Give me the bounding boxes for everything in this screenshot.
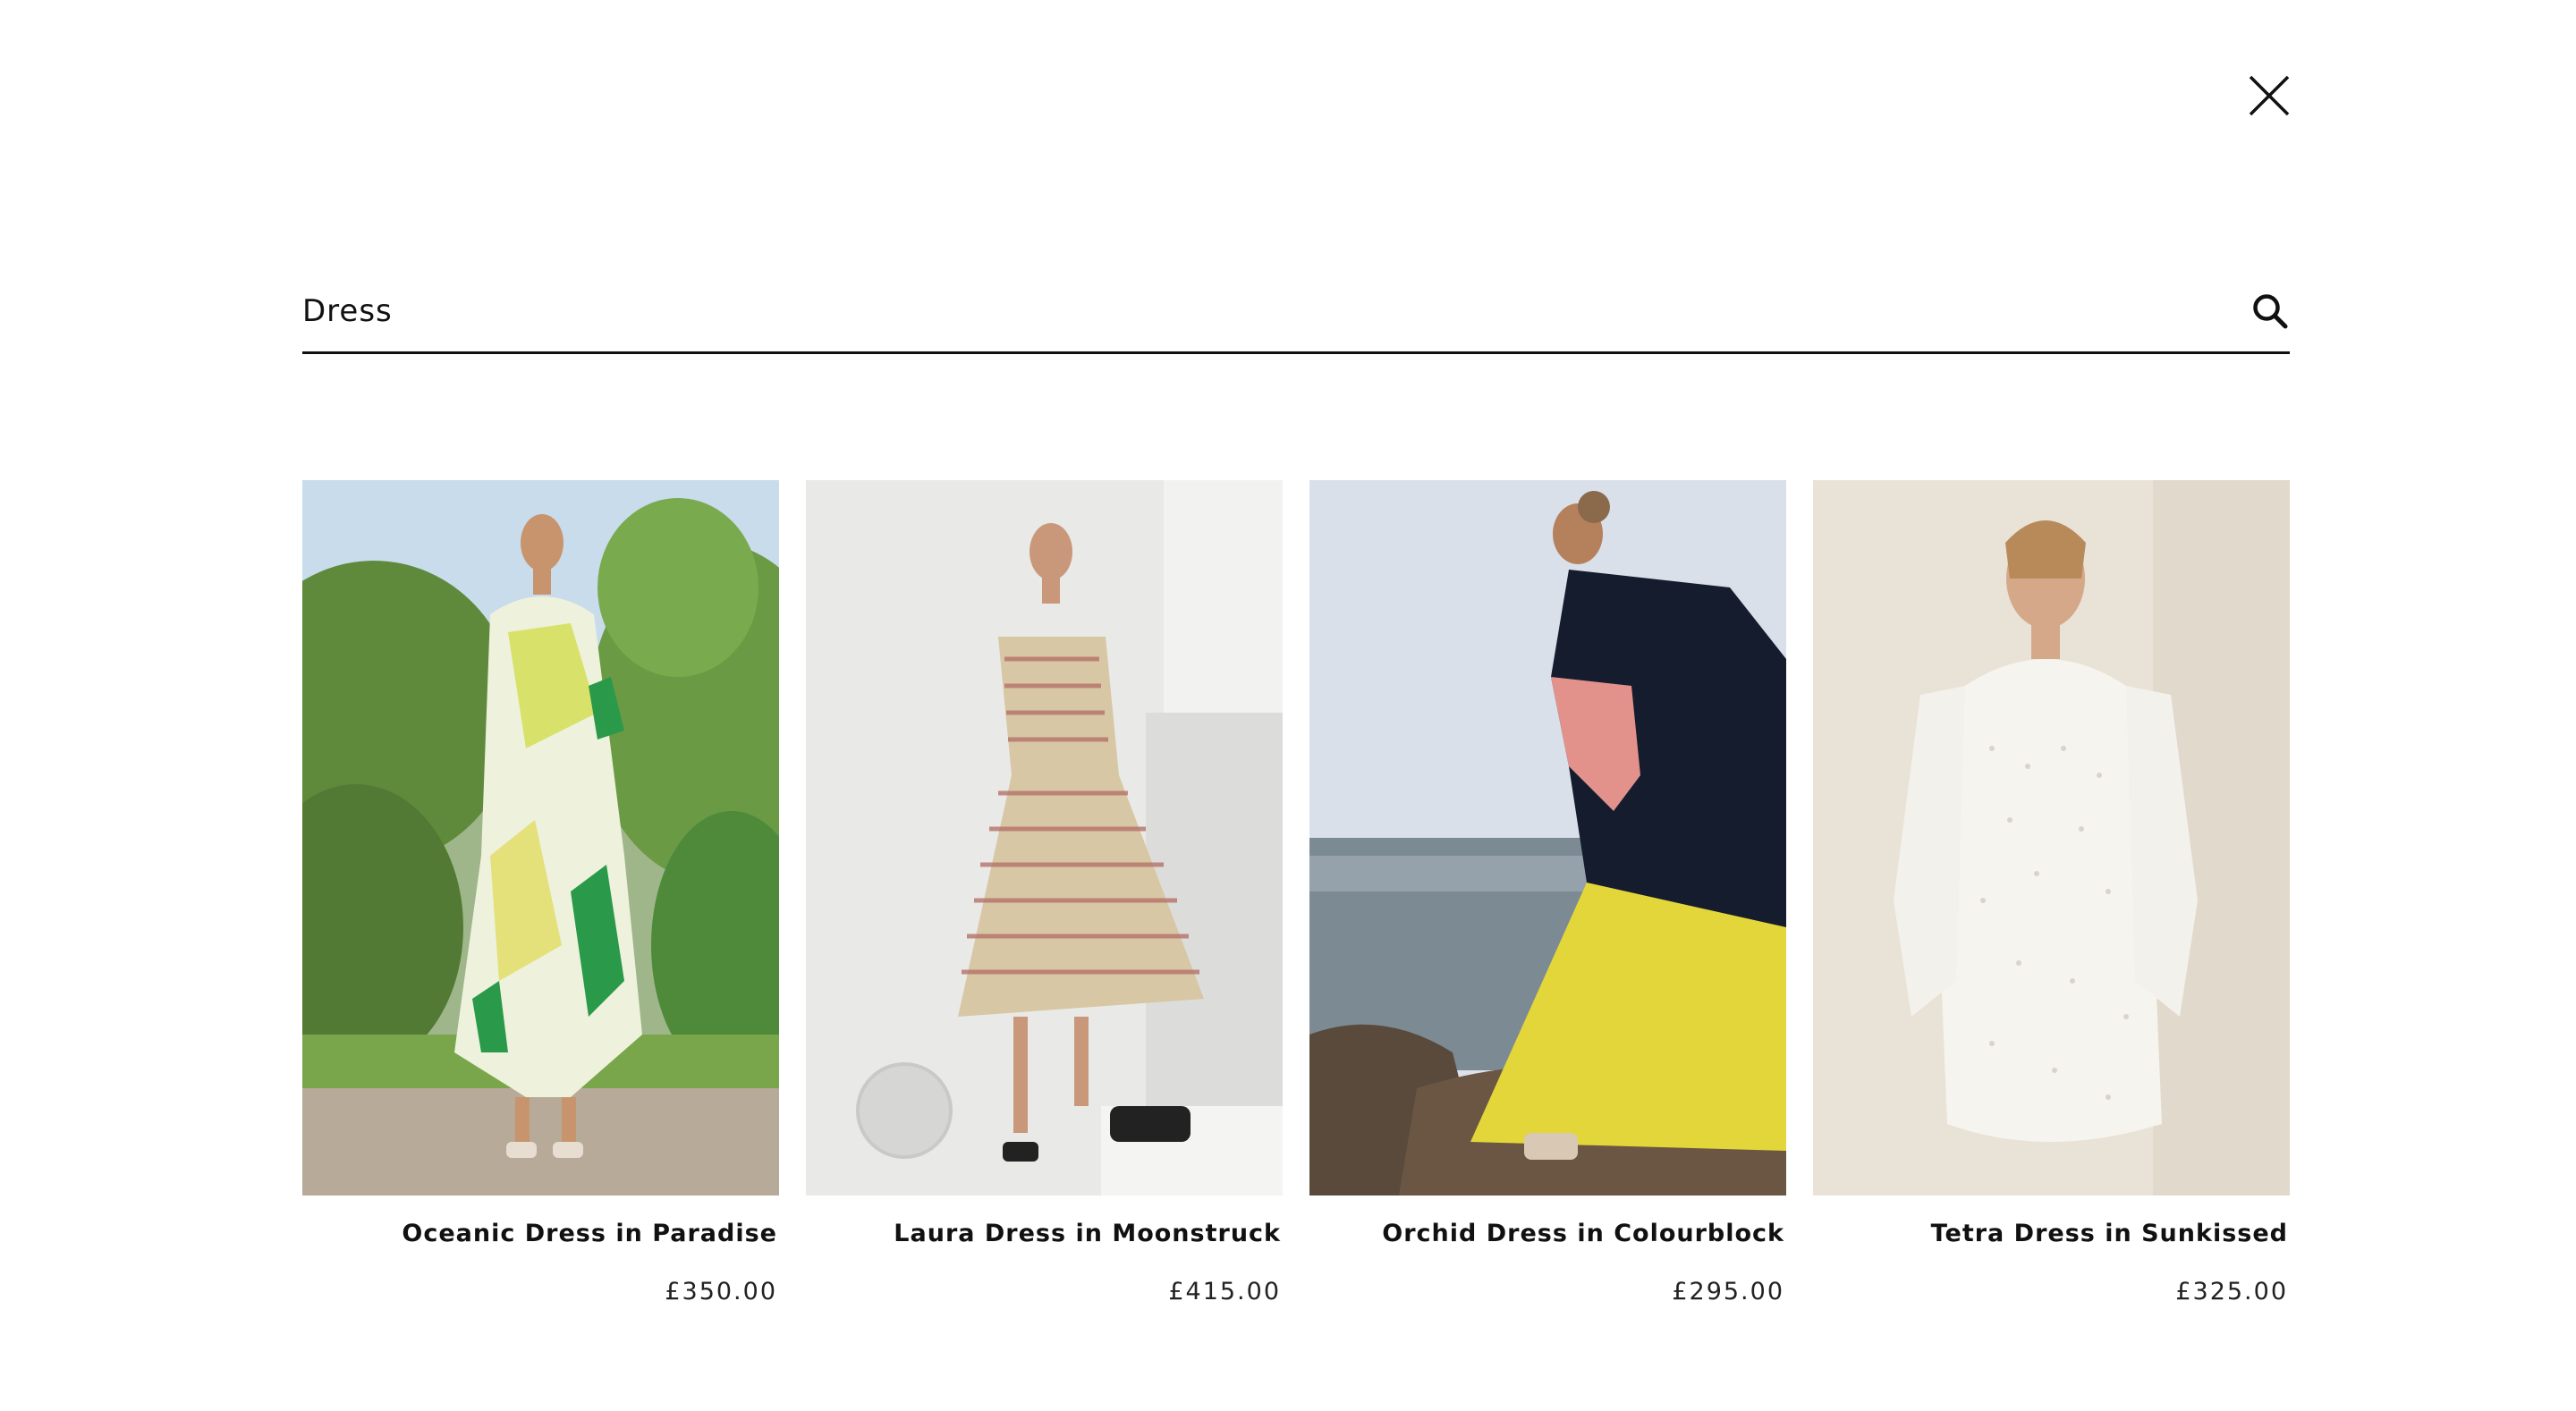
product-name[interactable]: Laura Dress in Moonstruck — [804, 1220, 1281, 1247]
close-button[interactable] — [2245, 72, 2293, 120]
product-image[interactable] — [806, 480, 1283, 1196]
search-icon[interactable] — [2250, 291, 2290, 331]
product-card[interactable]: Tetra Dress in Sunkissed £325.00 — [1813, 480, 2290, 1321]
product-price: £415.00 — [1168, 1278, 1281, 1305]
product-price: £325.00 — [2175, 1278, 2288, 1305]
search-overlay: Oceanic Dress in Paradise £350.00 — [0, 0, 2576, 1411]
product-image[interactable] — [1309, 480, 1786, 1196]
product-image[interactable] — [302, 480, 779, 1196]
product-card[interactable]: Oceanic Dress in Paradise £350.00 — [302, 480, 779, 1321]
product-image[interactable] — [1813, 480, 2290, 1196]
product-name[interactable]: Orchid Dress in Colourblock — [1308, 1220, 1784, 1247]
product-name[interactable]: Tetra Dress in Sunkissed — [1811, 1220, 2288, 1247]
product-price: £350.00 — [665, 1278, 777, 1305]
search-results: Oceanic Dress in Paradise £350.00 Laura … — [302, 480, 2290, 1339]
product-card[interactable]: Orchid Dress in Colourblock £295.00 — [1309, 480, 1786, 1321]
search-bar — [302, 268, 2290, 354]
product-price: £295.00 — [1672, 1278, 1784, 1305]
product-name[interactable]: Oceanic Dress in Paradise — [301, 1220, 777, 1247]
search-input[interactable] — [302, 284, 2181, 338]
product-card[interactable]: Laura Dress in Moonstruck £415.00 — [806, 480, 1283, 1321]
close-icon — [2249, 75, 2290, 116]
